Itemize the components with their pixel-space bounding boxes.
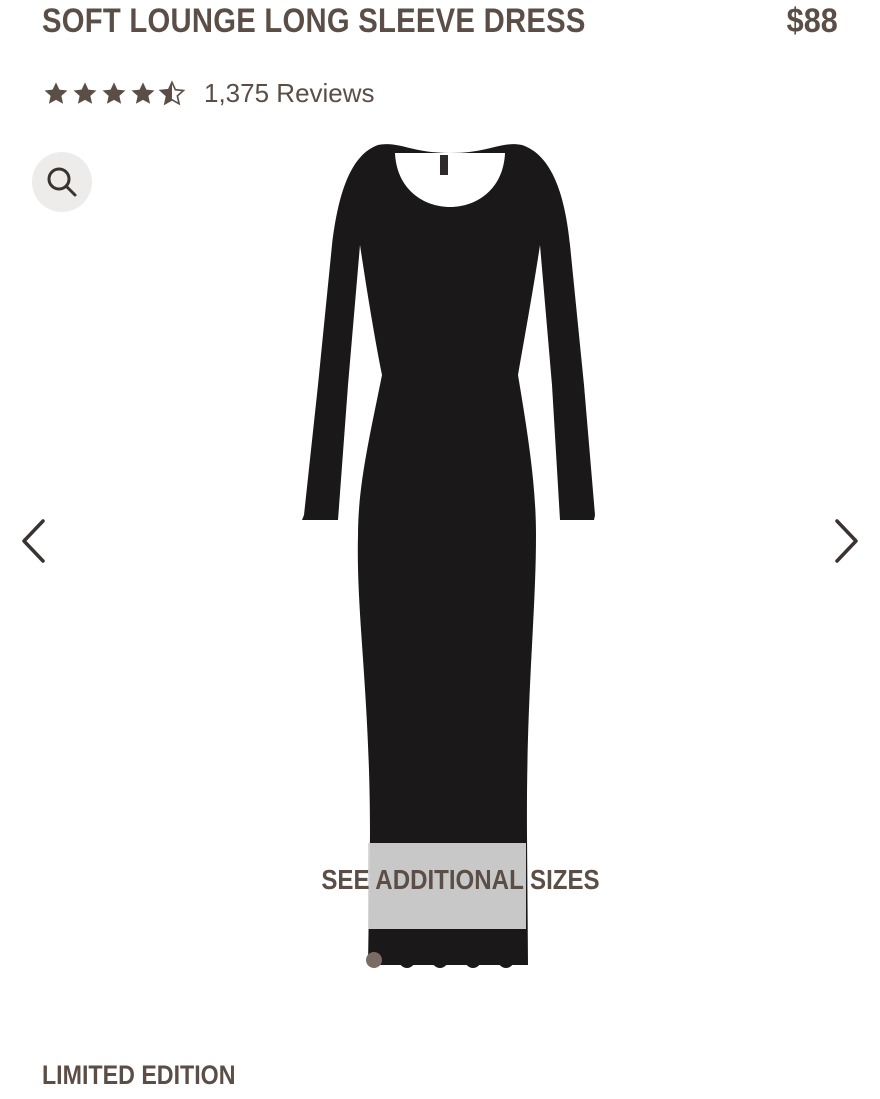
star-icon bbox=[102, 81, 126, 104]
star-icon bbox=[131, 81, 155, 104]
carousel-dots bbox=[366, 952, 514, 968]
star-icon bbox=[44, 81, 68, 104]
next-image-button[interactable] bbox=[826, 514, 866, 568]
carousel-dot[interactable] bbox=[366, 952, 382, 968]
chevron-right-icon bbox=[835, 519, 858, 563]
magnifier-icon bbox=[47, 167, 77, 197]
product-title: SOFT LOUNGE LONG SLEEVE DRESS bbox=[42, 2, 586, 40]
previous-image-button[interactable] bbox=[14, 514, 54, 568]
carousel-dot[interactable] bbox=[498, 952, 514, 968]
half-star-icon bbox=[158, 79, 186, 105]
chevron-left-icon bbox=[22, 519, 45, 563]
star-rating bbox=[42, 79, 186, 108]
carousel-dot[interactable] bbox=[399, 952, 415, 968]
see-additional-sizes-button[interactable]: SEE ADDITIONAL SIZES bbox=[321, 864, 599, 896]
rating-row: 1,375 Reviews bbox=[42, 78, 375, 109]
carousel-dot[interactable] bbox=[432, 952, 448, 968]
carousel-dot[interactable] bbox=[465, 952, 481, 968]
reviews-link[interactable]: 1,375 Reviews bbox=[204, 78, 375, 109]
product-price: $88 bbox=[786, 2, 838, 40]
limited-edition-badge: LIMITED EDITION bbox=[42, 1060, 236, 1090]
zoom-button[interactable] bbox=[32, 152, 92, 212]
star-icon bbox=[73, 81, 97, 104]
